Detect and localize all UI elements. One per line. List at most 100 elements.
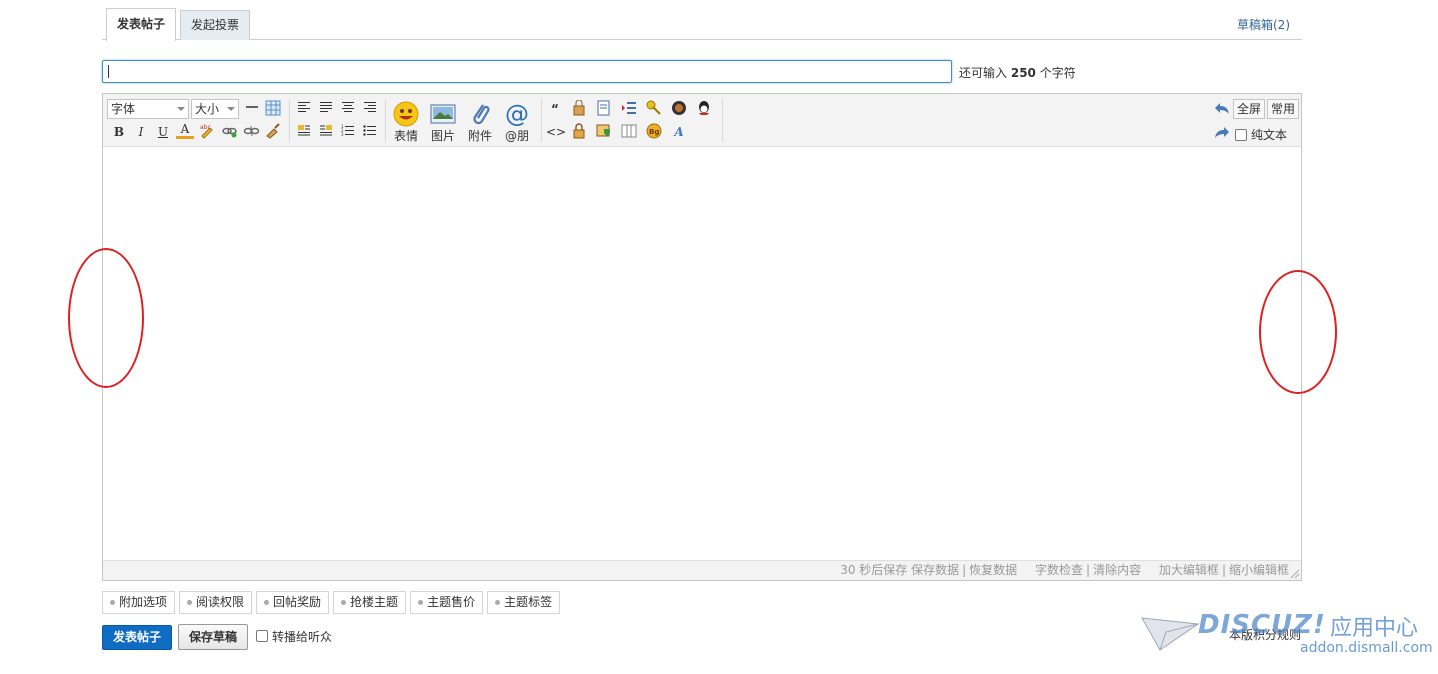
qq-icon[interactable] [695, 100, 713, 118]
autosave-countdown: 30 秒后保存 [840, 563, 908, 577]
resize-grip-icon[interactable] [1290, 569, 1300, 579]
image-icon [426, 99, 460, 129]
save-draft-button[interactable]: 保存草稿 [178, 624, 248, 650]
broadcast-label: 转播给听众 [272, 630, 333, 644]
extra-options-bar: 附加选项 阅读权限 回帖奖励 抢楼主题 主题售价 主题标签 [102, 591, 561, 614]
quote-icon[interactable]: “ [546, 100, 564, 118]
columns-icon[interactable] [620, 123, 638, 141]
bold-button[interactable]: B [110, 123, 128, 141]
ordered-list-icon[interactable]: 123 [339, 123, 357, 141]
extra-label: 主题标签 [504, 595, 553, 609]
unlink-icon[interactable] [242, 123, 260, 141]
unordered-list-icon[interactable] [361, 123, 379, 141]
mention-button[interactable]: @ @朋 [500, 99, 534, 143]
underline-button[interactable]: U [154, 123, 172, 141]
plain-text-label: 纯文本 [1251, 128, 1288, 142]
free-icon[interactable] [570, 99, 588, 118]
subject-input[interactable] [102, 60, 952, 83]
chevron-down-icon [177, 107, 185, 111]
editor-status-bar: 30 秒后保存 保存数据 | 恢复数据 字数检查 | 清除内容 加大编辑框 | 缩小编辑框 [103, 560, 1301, 580]
horizontal-rule-icon[interactable] [243, 100, 261, 118]
submit-post-button[interactable]: 发表帖子 [102, 625, 172, 650]
char-count-suffix: 个字符 [1039, 66, 1076, 80]
align-center-icon[interactable] [339, 100, 357, 118]
extra-label: 阅读权限 [196, 595, 245, 609]
size-select[interactable]: 大小 [191, 99, 239, 119]
extra-label: 附加选项 [119, 595, 168, 609]
svg-text:Bg: Bg [649, 128, 659, 136]
font-style-icon[interactable]: A [670, 123, 688, 141]
clear-content-link[interactable]: 清除内容 [1093, 563, 1141, 577]
paper-plane-icon [1141, 617, 1200, 651]
media-icon[interactable] [670, 100, 688, 118]
code-icon[interactable]: <> [546, 123, 566, 141]
smiley-icon [389, 99, 423, 129]
char-count-number: 250 [1010, 66, 1036, 80]
broadcast-checkbox[interactable] [256, 630, 268, 642]
align-left-icon[interactable] [295, 100, 313, 118]
image-button[interactable]: 图片 [426, 99, 460, 143]
download-icon[interactable] [595, 123, 613, 141]
status-divider: | [962, 563, 967, 577]
svg-text:3: 3 [341, 132, 344, 136]
float-left-icon[interactable] [295, 123, 313, 141]
shrink-editor-link[interactable]: 缩小编辑框 [1229, 563, 1289, 577]
background-color-icon[interactable]: Bg [645, 123, 663, 141]
extra-additional-options[interactable]: 附加选项 [102, 591, 176, 614]
align-justify-icon[interactable] [317, 100, 335, 118]
extra-thread-tags[interactable]: 主题标签 [487, 591, 561, 614]
bullet-icon [341, 600, 347, 605]
status-divider: | [1221, 563, 1226, 577]
indent-icon[interactable] [620, 100, 638, 118]
extra-floor-grab[interactable]: 抢楼主题 [333, 591, 407, 614]
table-icon[interactable] [264, 100, 282, 118]
restore-data-link[interactable]: 恢复数据 [969, 563, 1017, 577]
italic-button[interactable]: I [132, 123, 150, 141]
clear-format-icon[interactable] [264, 123, 282, 141]
size-select-label: 大小 [195, 102, 220, 116]
at-sign-icon: @ [505, 100, 529, 128]
font-color-button[interactable]: A [176, 122, 194, 139]
enlarge-editor-link[interactable]: 加大编辑框 [1159, 563, 1219, 577]
chevron-down-icon [227, 107, 235, 111]
highlight-icon[interactable]: abc [198, 123, 216, 141]
redo-icon[interactable] [1213, 125, 1231, 143]
drafts-link[interactable]: 草稿箱(2) [1237, 16, 1290, 33]
fullscreen-button[interactable]: 全屏 [1233, 99, 1266, 119]
attachment-button[interactable]: 附件 [463, 99, 497, 143]
align-right-icon[interactable] [361, 100, 379, 118]
extra-label: 抢楼主题 [350, 595, 399, 609]
font-select[interactable]: 字体 [107, 99, 189, 119]
word-check-link[interactable]: 字数检查 [1035, 563, 1083, 577]
paperclip-icon [463, 99, 497, 129]
bullet-icon [187, 600, 193, 605]
extra-reply-reward[interactable]: 回帖奖励 [256, 591, 330, 614]
image-label: 图片 [430, 129, 455, 143]
svg-text:abc: abc [200, 124, 211, 131]
bullet-icon [110, 600, 115, 605]
annotation-circle-right [1259, 270, 1337, 394]
undo-icon[interactable] [1213, 101, 1231, 119]
tab-new-poll[interactable]: 发起投票 [180, 10, 251, 40]
status-divider: | [1086, 563, 1091, 577]
editor-toolbar: 字体 大小 B I U A abc 1 2 3 表情 图片 附件 @ @朋 “ … [103, 94, 1301, 147]
font-select-label: 字体 [111, 102, 136, 116]
char-count-hint: 还可输入 250 个字符 [959, 64, 1076, 81]
emoji-button[interactable]: 表情 [389, 99, 423, 143]
extra-thread-price[interactable]: 主题售价 [410, 591, 484, 614]
watermark: DISCUZ! 应用中心 addon.dismall.com [1140, 608, 1433, 668]
bullet-icon [495, 600, 501, 605]
extra-read-permission[interactable]: 阅读权限 [179, 591, 253, 614]
bullet-icon [264, 600, 270, 605]
save-data-link[interactable]: 保存数据 [911, 563, 959, 577]
float-right-icon[interactable] [317, 123, 335, 141]
tab-new-thread[interactable]: 发表帖子 [106, 8, 177, 41]
plain-text-checkbox[interactable] [1235, 129, 1247, 141]
common-button[interactable]: 常用 [1267, 99, 1300, 119]
attachment-label: 附件 [467, 129, 492, 143]
code-doc-icon[interactable] [595, 100, 613, 118]
link-icon[interactable] [220, 123, 238, 141]
key-icon[interactable] [645, 100, 663, 118]
watermark-logo: DISCUZ! [1198, 610, 1326, 640]
lock-icon[interactable] [570, 123, 588, 141]
